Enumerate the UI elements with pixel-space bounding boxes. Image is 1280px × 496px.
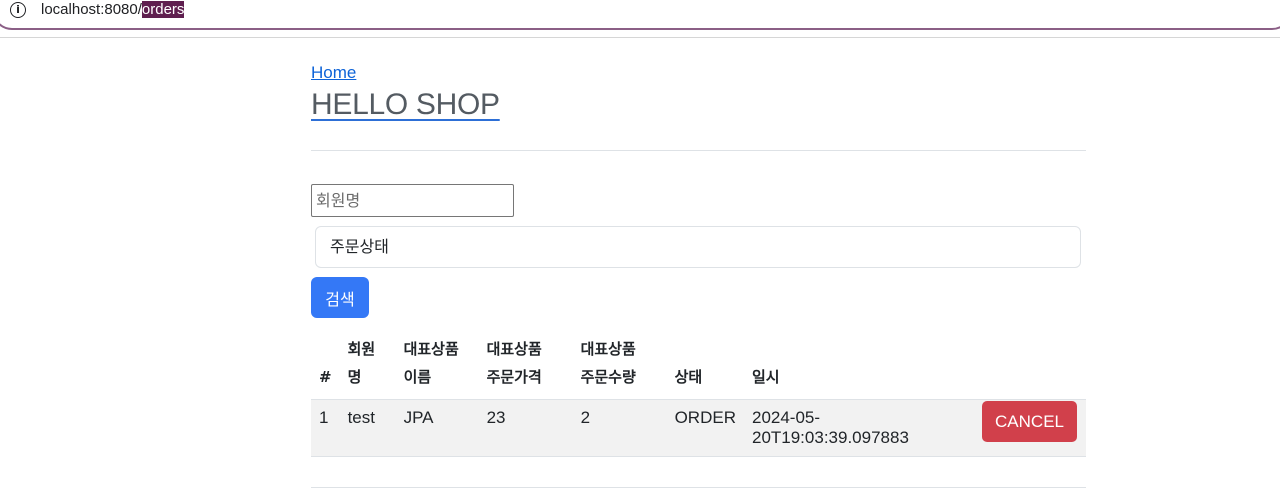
url-field[interactable]	[0, 0, 1280, 30]
info-icon[interactable]: i	[10, 2, 26, 18]
order-status-selected: 주문상태	[330, 237, 389, 256]
col-header-item-name-label: 대표상품 이름	[403, 340, 459, 386]
url-selected-segment: orders	[141, 1, 185, 18]
cell-member: test	[339, 399, 396, 457]
col-header-order-count-label: 대표상품 주문수량	[580, 340, 636, 386]
col-header-action	[959, 332, 1086, 400]
cell-order-price: 23	[478, 399, 573, 457]
cell-status: ORDER	[666, 399, 744, 457]
orders-table: # 회원 명 대표상품 이름 대표상품 주문가격 대표상품 주문수량 상태 일시 1 t…	[311, 332, 1086, 457]
footer-divider	[311, 487, 1086, 488]
col-header-status-label: 상태	[674, 368, 703, 386]
col-header-date: 일시	[743, 332, 960, 400]
col-header-order-count: 대표상품 주문수량	[572, 332, 667, 400]
col-header-date-label: 일시	[751, 368, 780, 386]
browser-address-bar: i localhost:8080/orders	[0, 0, 1280, 38]
table-header-row: # 회원 명 대표상품 이름 대표상품 주문가격 대표상품 주문수량 상태 일시	[311, 332, 1086, 400]
url-text[interactable]: localhost:8080/orders	[41, 1, 185, 18]
search-button[interactable]: 검색	[311, 277, 369, 318]
member-name-input[interactable]	[311, 184, 514, 217]
cell-id: 1	[311, 399, 340, 457]
col-header-member: 회원 명	[339, 332, 396, 400]
cell-order-date: 2024-05- 20T19:03:39.097883	[743, 399, 960, 457]
header-divider	[311, 150, 1086, 151]
cancel-order-button[interactable]: CANCEL	[982, 401, 1077, 442]
url-prefix: localhost:8080/	[41, 1, 142, 18]
order-date-text: 2024-05- 20T19:03:39.097883	[751, 408, 909, 447]
col-header-member-label: 회원 명	[347, 340, 376, 386]
order-status-select[interactable]: 주문상태	[315, 226, 1081, 268]
col-header-number: #	[311, 332, 340, 400]
col-header-item-name: 대표상품 이름	[395, 332, 479, 400]
cell-order-count: 2	[572, 399, 667, 457]
col-header-status: 상태	[666, 332, 744, 400]
home-link[interactable]: Home	[311, 63, 356, 83]
cell-action: CANCEL	[959, 399, 1086, 457]
brand-title[interactable]: HELLO SHOP	[311, 88, 500, 122]
cell-item-name: JPA	[395, 399, 479, 457]
col-header-number-label: #	[319, 368, 332, 386]
table-row: 1 test JPA 23 2 ORDER 2024-05- 20T19:03:3…	[311, 399, 1086, 457]
col-header-order-price-label: 대표상품 주문가격	[486, 340, 542, 386]
col-header-order-price: 대표상품 주문가격	[478, 332, 573, 400]
